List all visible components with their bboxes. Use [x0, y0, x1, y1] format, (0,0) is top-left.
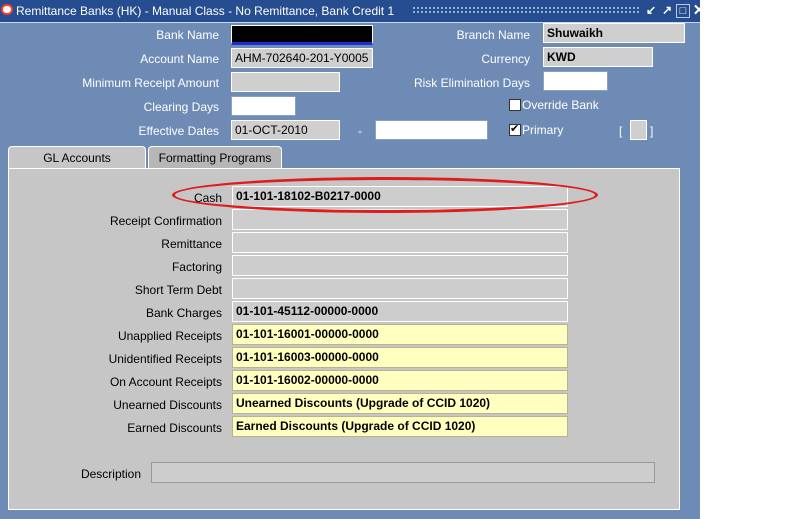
- gl-field-unapplied-receipts[interactable]: 01-101-16001-00000-0000: [232, 324, 568, 345]
- gl-field-bank-charges[interactable]: 01-101-45112-00000-0000: [232, 301, 568, 322]
- gl-field-earned-discounts[interactable]: Earned Discounts (Upgrade of CCID 1020): [232, 416, 568, 437]
- window-title: Remittance Banks (HK) - Manual Class - N…: [16, 4, 395, 18]
- flex-bracket-close: ]: [650, 124, 654, 138]
- close-icon[interactable]: ✕: [692, 3, 700, 18]
- gl-label-remittance: Remittance: [161, 237, 222, 251]
- checkmark-icon: ✔: [510, 123, 520, 135]
- gl-field-unearned-discounts[interactable]: Unearned Discounts (Upgrade of CCID 1020…: [232, 393, 568, 414]
- account-name-field[interactable]: AHM-702640-201-Y0005: [231, 48, 373, 68]
- gl-label-receipt-confirmation: Receipt Confirmation: [109, 214, 222, 228]
- date-separator: -: [358, 124, 362, 138]
- minimum-receipt-label: Minimum Receipt Amount: [82, 76, 219, 90]
- minimum-receipt-field[interactable]: [231, 72, 340, 92]
- description-field[interactable]: [151, 462, 655, 483]
- effective-to-field[interactable]: [375, 120, 488, 140]
- gl-label-unearned-discounts: Unearned Discounts: [113, 398, 222, 412]
- title-grip[interactable]: [412, 6, 640, 15]
- bank-name-field[interactable]: [231, 25, 373, 45]
- primary-label: Primary: [522, 123, 564, 137]
- override-bank-label: Override Bank: [522, 98, 599, 112]
- gl-field-on-account-receipts[interactable]: 01-101-16002-00000-0000: [232, 370, 568, 391]
- gl-label-factoring: Factoring: [171, 260, 222, 274]
- tab-formatting-programs[interactable]: Formatting Programs: [148, 146, 282, 168]
- gl-label-earned-discounts: Earned Discounts: [127, 421, 222, 435]
- restore-icon[interactable]: ↗: [660, 3, 674, 18]
- branch-name-field[interactable]: Shuwaikh: [543, 23, 685, 43]
- maximize-icon[interactable]: □: [676, 4, 690, 18]
- descriptive-flexfield[interactable]: [630, 120, 647, 140]
- gl-label-unidentified-receipts: Unidentified Receipts: [108, 352, 222, 366]
- gl-label-short-term-debt: Short Term Debt: [134, 283, 222, 297]
- gl-field-remittance[interactable]: [232, 232, 568, 253]
- currency-field[interactable]: KWD: [543, 47, 653, 67]
- gl-field-short-term-debt[interactable]: [232, 278, 568, 299]
- branch-name-label: Branch Name: [456, 28, 530, 42]
- effective-from-field[interactable]: 01-OCT-2010: [231, 120, 340, 140]
- clearing-days-label: Clearing Days: [143, 100, 219, 114]
- title-bar[interactable]: Remittance Banks (HK) - Manual Class - N…: [0, 0, 700, 23]
- gl-label-bank-charges: Bank Charges: [145, 306, 222, 320]
- risk-elimination-days-field[interactable]: [543, 71, 608, 91]
- remittance-banks-window: Remittance Banks (HK) - Manual Class - N…: [0, 0, 700, 519]
- cash-highlight-annotation: [172, 177, 598, 213]
- description-label: Description: [80, 467, 141, 481]
- effective-dates-label: Effective Dates: [138, 124, 219, 138]
- oracle-logo-icon: [1, 4, 13, 15]
- bank-name-label: Bank Name: [156, 28, 219, 42]
- gl-field-unidentified-receipts[interactable]: 01-101-16003-00000-0000: [232, 347, 568, 368]
- flex-bracket-open: [: [619, 124, 623, 138]
- account-name-label: Account Name: [140, 52, 219, 66]
- gl-label-on-account-receipts: On Account Receipts: [109, 375, 222, 389]
- gl-label-unapplied-receipts: Unapplied Receipts: [117, 329, 222, 343]
- tab-gl-accounts[interactable]: GL Accounts: [8, 146, 146, 170]
- primary-checkbox[interactable]: ✔: [509, 123, 521, 136]
- clearing-days-field[interactable]: [231, 96, 296, 116]
- gl-field-factoring[interactable]: [232, 255, 568, 276]
- currency-label: Currency: [481, 52, 530, 66]
- override-bank-checkbox[interactable]: [509, 99, 521, 111]
- risk-elimination-days-label: Risk Elimination Days: [413, 76, 530, 90]
- minimize-icon[interactable]: ↙: [644, 3, 658, 18]
